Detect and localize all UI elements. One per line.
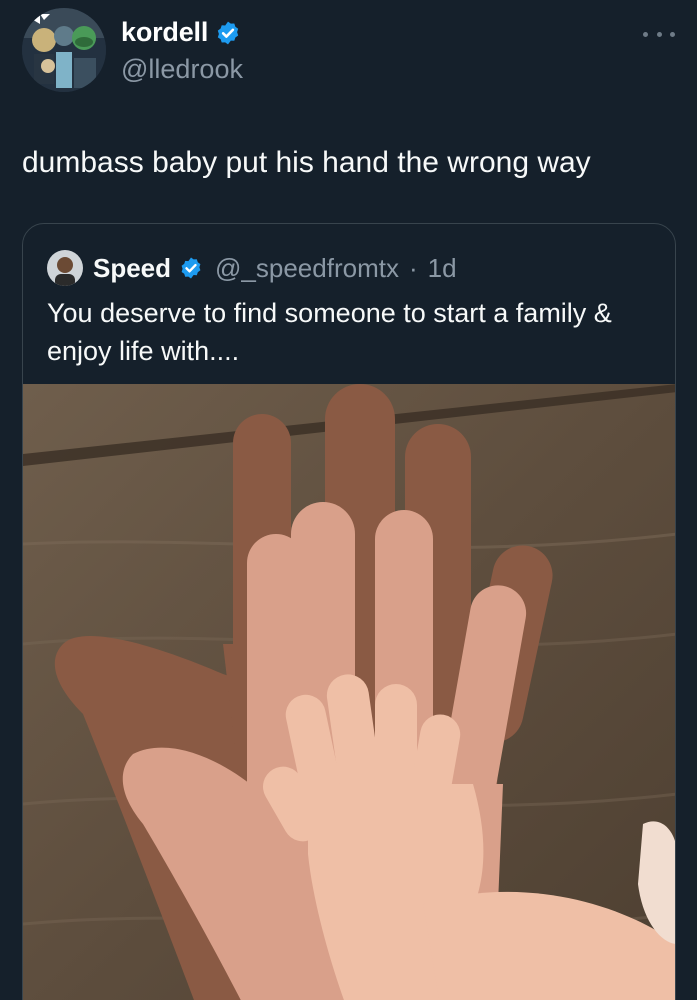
quoted-tweet-header: Speed @_speedfromtx · 1d [47, 250, 457, 286]
quoted-tweet-text: You deserve to find someone to start a f… [47, 298, 612, 366]
author-name[interactable]: kordell [121, 17, 241, 48]
hands-photo-image [23, 384, 675, 1000]
quoted-avatar-image [47, 250, 83, 286]
quoted-tweet-photo[interactable] [23, 384, 675, 1000]
verified-badge-icon [217, 21, 239, 44]
quoted-tweet-card[interactable]: Speed @_speedfromtx · 1d You deserve to … [22, 223, 676, 1000]
avatar-image [22, 8, 106, 92]
more-options-icon[interactable] [643, 24, 675, 44]
author-avatar[interactable] [22, 8, 106, 92]
quoted-timestamp[interactable]: 1d [428, 253, 457, 284]
author-name-text: kordell [121, 17, 209, 47]
quoted-author-name[interactable]: Speed [93, 253, 171, 284]
tweet-page: kordell @lledrook dumbass baby put his h… [0, 0, 697, 1000]
author-handle[interactable]: @lledrook [121, 54, 243, 85]
quoted-author-handle[interactable]: @_speedfromtx [215, 253, 399, 284]
quoted-author-avatar[interactable] [47, 250, 83, 286]
verified-badge-icon [181, 257, 201, 279]
meta-separator: · [408, 252, 418, 283]
tweet-text: dumbass baby put his hand the wrong way [22, 146, 591, 179]
